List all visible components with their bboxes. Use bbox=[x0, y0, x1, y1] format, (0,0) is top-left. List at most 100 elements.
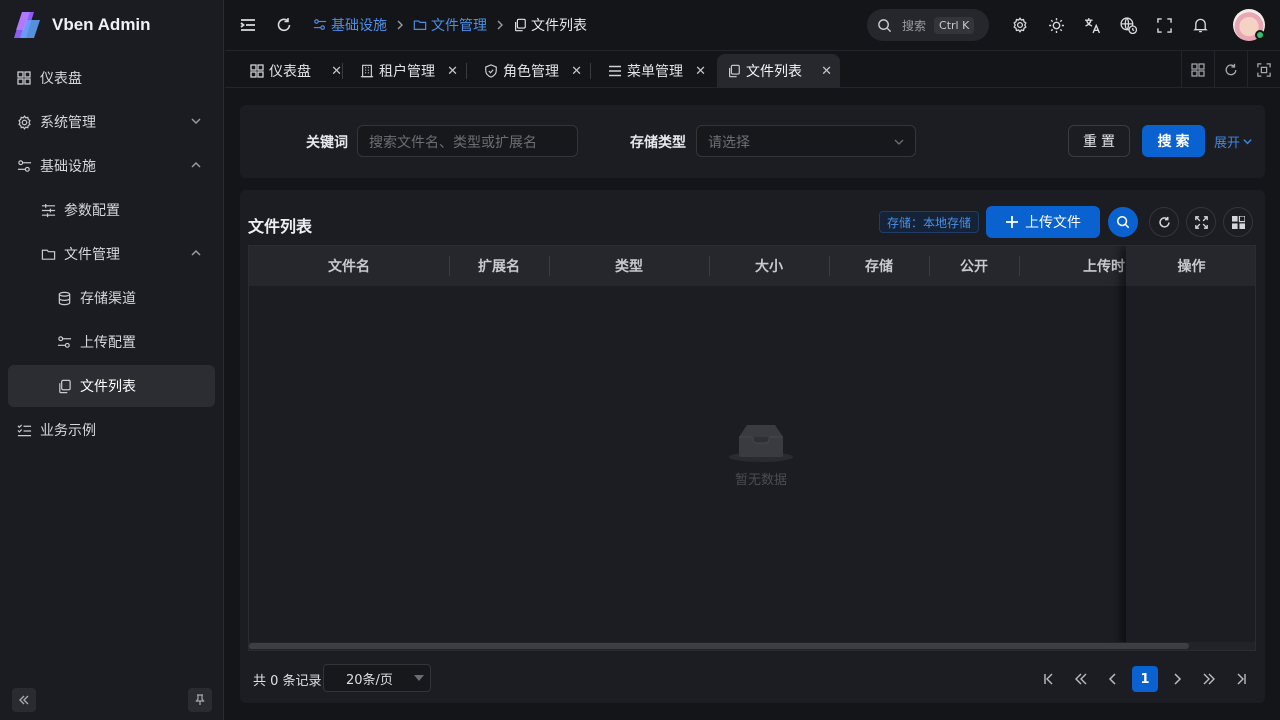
close-icon[interactable]: ✕ bbox=[821, 64, 832, 79]
last-page-button[interactable] bbox=[1228, 666, 1254, 692]
tabs-maximize-button[interactable] bbox=[1247, 51, 1280, 88]
refresh-icon[interactable] bbox=[275, 16, 293, 34]
reset-button[interactable]: 重置 bbox=[1068, 125, 1130, 157]
first-page-icon bbox=[1043, 673, 1055, 685]
tab-divider bbox=[342, 63, 343, 79]
files-icon bbox=[727, 64, 741, 78]
tab-role-management[interactable]: 角色管理 ✕ bbox=[474, 54, 590, 88]
sidebar-item-label: 参数配置 bbox=[64, 203, 120, 219]
page-size-select[interactable]: 20条/页 bbox=[323, 664, 431, 692]
prev-group-button[interactable] bbox=[1068, 666, 1094, 692]
keyword-input[interactable]: 搜索文件名、类型或扩展名 bbox=[357, 125, 578, 157]
storage-type-placeholder: 请选择 bbox=[708, 135, 750, 151]
column-settings-button[interactable] bbox=[1223, 207, 1253, 237]
empty-text: 暂无数据 bbox=[734, 473, 787, 488]
sidebar-item-label: 文件列表 bbox=[80, 379, 136, 395]
column-header-extension[interactable]: 扩展名 bbox=[449, 246, 549, 286]
fixed-action-column: 操作 bbox=[1126, 246, 1255, 650]
page-number-current[interactable]: 1 bbox=[1132, 666, 1158, 692]
tabs-overview-button[interactable] bbox=[1181, 51, 1214, 88]
sidebar-item-file-management[interactable]: 文件管理 bbox=[8, 233, 215, 275]
sidebar-item-infrastructure[interactable]: 基础设施 bbox=[8, 145, 215, 187]
column-header-public[interactable]: 公开 bbox=[929, 246, 1019, 286]
settings-list-icon bbox=[40, 202, 56, 218]
reload-grid-button[interactable] bbox=[1149, 207, 1179, 237]
page-size-value: 20条/页 bbox=[346, 672, 393, 688]
close-icon[interactable]: ✕ bbox=[571, 64, 582, 79]
toggle-search-button[interactable] bbox=[1108, 207, 1138, 237]
bell-icon[interactable] bbox=[1191, 16, 1209, 34]
grid-icon bbox=[1191, 62, 1205, 77]
tab-label: 仪表盘 bbox=[269, 64, 311, 80]
expand-arrows-icon bbox=[1194, 215, 1208, 229]
sidebar-item-params[interactable]: 参数配置 bbox=[8, 189, 215, 231]
scrollbar-thumb[interactable] bbox=[249, 643, 1189, 649]
search-icon bbox=[877, 18, 892, 33]
collapse-sidebar-button[interactable] bbox=[12, 688, 36, 712]
shield-icon bbox=[484, 64, 498, 78]
horizontal-scrollbar[interactable] bbox=[249, 642, 1255, 650]
storage-tag: 存储：本地存储 bbox=[879, 211, 980, 233]
files-icon bbox=[56, 378, 72, 394]
tab-tenant-management[interactable]: 租户管理 ✕ bbox=[350, 54, 466, 88]
last-page-icon bbox=[1235, 673, 1247, 685]
storage-type-select[interactable]: 请选择 bbox=[696, 125, 916, 157]
tabs-refresh-button[interactable] bbox=[1214, 51, 1247, 88]
columns-grid-icon bbox=[1231, 215, 1245, 229]
breadcrumb-separator-icon bbox=[395, 20, 405, 30]
sun-theme-icon[interactable] bbox=[1047, 16, 1065, 34]
tab-bar: 仪表盘 ✕ 租户管理 ✕ 角色管理 ✕ 菜单管理 ✕ 文件列表 ✕ bbox=[225, 50, 1280, 88]
breadcrumb-item[interactable]: 基础设施 bbox=[313, 15, 387, 35]
pin-sidebar-button[interactable] bbox=[188, 688, 212, 712]
settings-gear-icon[interactable] bbox=[1011, 16, 1029, 34]
dashboard-icon bbox=[250, 64, 264, 78]
dashboard-icon bbox=[16, 70, 32, 86]
column-header-filename[interactable]: 文件名 bbox=[249, 246, 449, 286]
sidebar-item-label: 仪表盘 bbox=[40, 71, 82, 87]
upload-file-button[interactable]: 上传文件 bbox=[986, 206, 1100, 238]
next-page-button[interactable] bbox=[1164, 666, 1190, 692]
global-search[interactable]: 搜索 Ctrl K bbox=[867, 9, 989, 41]
sidebar-item-file-list[interactable]: 文件列表 bbox=[8, 365, 215, 407]
close-icon[interactable]: ✕ bbox=[331, 64, 342, 79]
column-header-type[interactable]: 类型 bbox=[549, 246, 709, 286]
expand-label: 展开 bbox=[1214, 136, 1241, 151]
tab-dashboard[interactable]: 仪表盘 ✕ bbox=[240, 54, 350, 88]
caret-down-icon bbox=[414, 675, 424, 681]
pager-total: 共 0 条记录 bbox=[253, 674, 322, 689]
close-icon[interactable]: ✕ bbox=[447, 64, 458, 79]
prev-page-button[interactable] bbox=[1100, 666, 1126, 692]
fullscreen-icon[interactable] bbox=[1155, 16, 1173, 34]
file-grid: 文件列表 存储：本地存储 上传文件 文件名 扩展名 类型 大小 存储 公开 上传… bbox=[240, 190, 1265, 703]
fullscreen-grid-button[interactable] bbox=[1186, 207, 1216, 237]
column-header-storage[interactable]: 存储 bbox=[829, 246, 929, 286]
sidebar-item-label: 系统管理 bbox=[40, 115, 96, 131]
sidebar-item-dashboard[interactable]: 仪表盘 bbox=[8, 57, 215, 99]
chevron-down-icon bbox=[893, 136, 905, 148]
next-group-button[interactable] bbox=[1196, 666, 1222, 692]
menu-toggle-icon[interactable] bbox=[239, 16, 257, 34]
timezone-globe-icon[interactable] bbox=[1119, 16, 1137, 34]
sidebar-item-label: 文件管理 bbox=[64, 247, 120, 263]
column-header-size[interactable]: 大小 bbox=[709, 246, 829, 286]
building-icon bbox=[360, 64, 374, 78]
tab-menu-management[interactable]: 菜单管理 ✕ bbox=[598, 54, 714, 88]
search-shortcut: Ctrl K bbox=[934, 16, 975, 34]
sidebar-item-storage-channel[interactable]: 存储渠道 bbox=[8, 277, 215, 319]
first-page-button[interactable] bbox=[1036, 666, 1062, 692]
translate-icon[interactable] bbox=[1083, 16, 1101, 34]
chevron-left-icon bbox=[1108, 673, 1118, 685]
keyword-label: 关键词 bbox=[306, 135, 348, 151]
double-chevron-left-icon bbox=[18, 694, 30, 706]
sliders-icon bbox=[56, 334, 72, 350]
chevron-down-icon bbox=[1242, 136, 1253, 147]
close-icon[interactable]: ✕ bbox=[695, 64, 706, 79]
app-logo[interactable]: Vben Admin bbox=[0, 0, 223, 50]
sidebar-item-examples[interactable]: 业务示例 bbox=[8, 409, 215, 451]
sidebar-item-system[interactable]: 系统管理 bbox=[8, 101, 215, 143]
search-button[interactable]: 搜索 bbox=[1142, 125, 1205, 157]
sidebar-item-upload-config[interactable]: 上传配置 bbox=[8, 321, 215, 363]
tab-file-list[interactable]: 文件列表 ✕ bbox=[717, 54, 840, 88]
expand-button[interactable]: 展开 bbox=[1214, 132, 1253, 151]
breadcrumb-item[interactable]: 文件管理 bbox=[413, 15, 487, 35]
